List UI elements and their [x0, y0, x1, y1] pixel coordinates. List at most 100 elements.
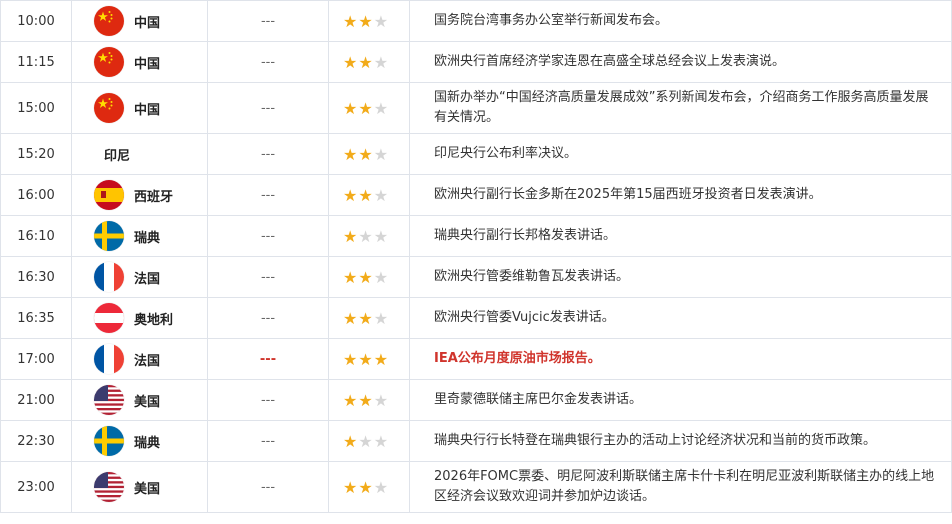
star-empty-icon: ★ — [373, 11, 390, 31]
time-cell: 17:00 — [0, 338, 72, 380]
star-filled-icon: ★ — [358, 11, 374, 31]
importance-stars: ★★★ — [329, 186, 409, 205]
country-name: 中国 — [134, 15, 161, 31]
table-row[interactable]: 16:35 奥地利 --- ★★★ 欧洲央行管委Vujcic发表讲话。 — [0, 297, 952, 339]
event-description: IEA公布月度原油市场报告。 — [409, 338, 952, 380]
country-name: 中国 — [134, 102, 161, 118]
table-row[interactable]: 16:00 西班牙 --- ★★★ 欧洲央行副行长金多斯在2025年第15届西班牙投资者… — [0, 174, 952, 216]
star-filled-icon: ★ — [358, 308, 374, 328]
importance-stars: ★★★ — [329, 99, 409, 118]
flag-cn-icon — [94, 47, 124, 77]
table-row[interactable]: 21:00 美国 --- ★★★ 里奇蒙德联储主席巴尔金发表讲话。 — [0, 379, 952, 421]
event-description: 欧洲央行副行长金多斯在2025年第15届西班牙投资者日发表演讲。 — [409, 174, 952, 216]
time-cell: 22:30 — [0, 420, 72, 462]
country-cell: 印尼 — [71, 133, 208, 175]
country-cell: 中国 — [71, 41, 208, 83]
country-cell: 美国 — [71, 379, 208, 421]
flag-us-icon — [94, 472, 124, 502]
importance-cell: ★★★ — [328, 174, 410, 216]
country-cell: 法国 — [71, 256, 208, 298]
previous-value: --- — [207, 174, 329, 216]
time-cell: 21:00 — [0, 379, 72, 421]
importance-stars: ★★★ — [329, 432, 409, 451]
star-filled-icon: ★ — [343, 390, 359, 410]
star-empty-icon: ★ — [373, 390, 390, 410]
country-name: 奥地利 — [134, 312, 174, 328]
star-empty-icon: ★ — [373, 477, 390, 497]
importance-stars: ★★★ — [329, 268, 409, 287]
country-name: 中国 — [134, 56, 161, 72]
table-row[interactable]: 11:15 中国 --- ★★★ 欧洲央行首席经济学家连恩在高盛全球总经会议上发表演说。 — [0, 41, 952, 83]
country-cell: 瑞典 — [71, 420, 208, 462]
table-row[interactable]: 23:00 美国 --- ★★★ 2026年FOMC票委、明尼阿波利斯联储主席卡什卡利在… — [0, 461, 952, 513]
table-row[interactable]: 15:20 印尼 --- ★★★ 印尼央行公布利率决议。 — [0, 133, 952, 175]
importance-stars: ★★★ — [329, 391, 409, 410]
event-description: 国务院台湾事务办公室举行新闻发布会。 — [409, 0, 952, 42]
table-row[interactable]: 17:00 法国 --- ★★★ IEA公布月度原油市场报告。 — [0, 338, 952, 380]
star-filled-icon: ★ — [358, 144, 374, 164]
flag-fr-icon — [94, 344, 124, 374]
time-cell: 16:30 — [0, 256, 72, 298]
star-filled-icon: ★ — [343, 52, 359, 72]
star-empty-icon: ★ — [373, 98, 390, 118]
star-filled-icon: ★ — [343, 308, 359, 328]
star-filled-icon: ★ — [343, 144, 359, 164]
star-empty-icon: ★ — [358, 431, 374, 451]
previous-value: --- — [207, 133, 329, 175]
time-cell: 16:35 — [0, 297, 72, 339]
event-description: 欧洲央行首席经济学家连恩在高盛全球总经会议上发表演说。 — [409, 41, 952, 83]
table-row[interactable]: 15:00 中国 --- ★★★ 国新办举办“中国经济高质量发展成效”系列新闻发布会，介… — [0, 82, 952, 134]
importance-cell: ★★★ — [328, 41, 410, 83]
star-filled-icon: ★ — [343, 477, 359, 497]
previous-value: --- — [207, 338, 329, 380]
previous-value: --- — [207, 0, 329, 42]
table-row[interactable]: 16:10 瑞典 --- ★★★ 瑞典央行副行长邦格发表讲话。 — [0, 215, 952, 257]
event-description: 国新办举办“中国经济高质量发展成效”系列新闻发布会，介绍商务工作服务高质量发展有… — [409, 82, 952, 134]
star-filled-icon: ★ — [358, 390, 374, 410]
country-cell: 中国 — [71, 82, 208, 134]
previous-value: --- — [207, 215, 329, 257]
importance-cell: ★★★ — [328, 0, 410, 42]
star-filled-icon: ★ — [343, 11, 359, 31]
event-description: 欧洲央行管委Vujcic发表讲话。 — [409, 297, 952, 339]
previous-value: --- — [207, 41, 329, 83]
event-description: 2026年FOMC票委、明尼阿波利斯联储主席卡什卡利在明尼亚波利斯联储主办的线上… — [409, 461, 952, 513]
country-cell: 奥地利 — [71, 297, 208, 339]
star-empty-icon: ★ — [373, 144, 390, 164]
table-row[interactable]: 16:30 法国 --- ★★★ 欧洲央行管委维勒鲁瓦发表讲话。 — [0, 256, 952, 298]
previous-value: --- — [207, 256, 329, 298]
previous-value: --- — [207, 297, 329, 339]
importance-stars: ★★★ — [329, 227, 409, 246]
importance-cell: ★★★ — [328, 215, 410, 257]
star-empty-icon: ★ — [373, 267, 390, 287]
country-name: 美国 — [134, 394, 161, 410]
event-description: 瑞典央行行长特登在瑞典银行主办的活动上讨论经济状况和当前的货币政策。 — [409, 420, 952, 462]
table-row[interactable]: 10:00 中国 --- ★★★ 国务院台湾事务办公室举行新闻发布会。 — [0, 0, 952, 42]
importance-stars: ★★★ — [329, 12, 409, 31]
importance-stars: ★★★ — [329, 145, 409, 164]
event-description: 印尼央行公布利率决议。 — [409, 133, 952, 175]
table-row[interactable]: 22:30 瑞典 --- ★★★ 瑞典央行行长特登在瑞典银行主办的活动上讨论经济状况和当… — [0, 420, 952, 462]
country-name: 瑞典 — [134, 230, 161, 246]
event-description: 里奇蒙德联储主席巴尔金发表讲话。 — [409, 379, 952, 421]
flag-se-icon — [94, 426, 124, 456]
country-name: 法国 — [134, 353, 161, 369]
star-empty-icon: ★ — [373, 431, 390, 451]
previous-value: --- — [207, 379, 329, 421]
country-cell: 中国 — [71, 0, 208, 42]
flag-cn-icon — [94, 93, 124, 123]
time-cell: 11:15 — [0, 41, 72, 83]
previous-value: --- — [207, 82, 329, 134]
star-filled-icon: ★ — [358, 349, 374, 369]
importance-cell: ★★★ — [328, 461, 410, 513]
star-empty-icon: ★ — [373, 52, 390, 72]
star-filled-icon: ★ — [343, 185, 359, 205]
country-cell: 西班牙 — [71, 174, 208, 216]
time-cell: 15:20 — [0, 133, 72, 175]
flag-es-icon — [94, 180, 124, 210]
star-empty-icon: ★ — [373, 226, 390, 246]
star-filled-icon: ★ — [343, 98, 359, 118]
star-empty-icon: ★ — [358, 226, 374, 246]
importance-cell: ★★★ — [328, 133, 410, 175]
importance-cell: ★★★ — [328, 338, 410, 380]
